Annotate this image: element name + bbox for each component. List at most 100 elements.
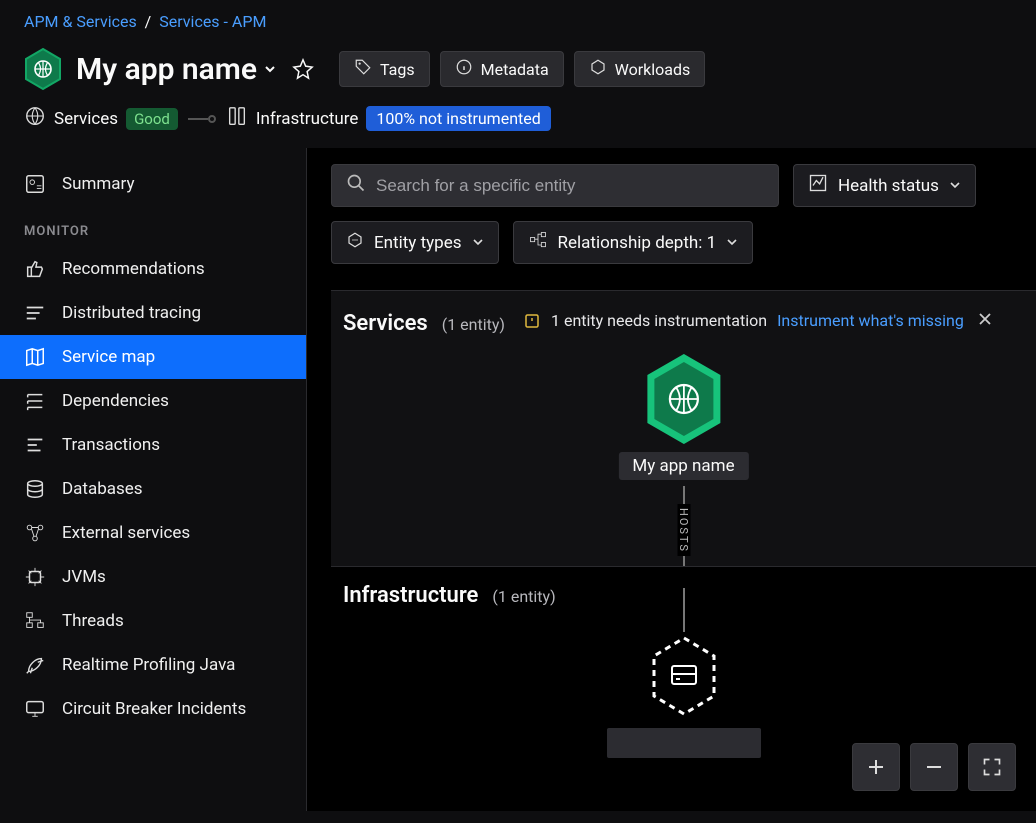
database-icon [24,478,46,500]
globe-icon [24,105,46,132]
chevron-down-icon [949,176,961,196]
metadata-chip[interactable]: Metadata [440,51,564,87]
zoom-in-button[interactable] [852,743,900,791]
service-node-label: My app name [618,452,748,480]
instrument-link[interactable]: Instrument what's missing [777,311,964,330]
breadcrumb-link-apm[interactable]: APM & Services [24,12,137,31]
chart-icon [808,173,828,198]
thumbs-up-icon [24,258,46,280]
status-row: Services Good Infrastructure 100% not in… [0,101,1036,148]
tags-chip[interactable]: Tags [339,51,430,87]
services-diagram[interactable]: My app name HOSTS [331,336,1036,566]
rocket-icon [24,654,46,676]
sidebar-item-label: Summary [62,174,134,194]
chevron-down-icon [263,62,277,76]
favorite-star[interactable] [291,57,315,81]
sidebar-item-label: Dependencies [62,391,169,411]
toolbar: Health status [331,164,1036,207]
edge-label: HOSTS [677,504,690,557]
warning-icon [523,312,541,330]
sidebar-item-label: Circuit Breaker Incidents [62,699,246,719]
trace-icon [24,302,46,324]
sidebar-item-service-map[interactable]: Service map [0,335,306,379]
main-content: Health status Entity types Relationship … [307,148,1036,811]
services-status[interactable]: Services Good [24,105,178,132]
chip-label: Tags [380,60,415,79]
pane-title: Infrastructure [343,583,478,608]
sidebar-item-summary[interactable]: Summary [0,162,306,206]
page-header: My app name Tags Metadata Workloads [0,37,1036,101]
sidebar-item-label: Threads [62,611,124,631]
list-icon [24,434,46,456]
entity-search[interactable] [331,164,779,207]
hex-icon [346,231,364,254]
status-label: Infrastructure [256,109,359,129]
sidebar-item-threads[interactable]: Threads [0,599,306,643]
zoom-out-button[interactable] [910,743,958,791]
breadcrumb-link-services[interactable]: Services - APM [159,12,266,31]
monitor-icon [24,698,46,720]
entity-types-dropdown[interactable]: Entity types [331,221,499,264]
search-icon [346,173,366,198]
sidebar-item-circuit-breaker[interactable]: Circuit Breaker Incidents [0,687,306,731]
service-node[interactable]: My app name [618,354,748,480]
pane-title: Services [343,311,428,336]
status-label: Services [54,109,118,129]
chip-label: Metadata [481,60,549,79]
chevron-down-icon [726,233,738,253]
map-icon [24,346,46,368]
page-title: My app name [76,52,257,87]
pane-count: (1 entity) [442,315,505,334]
sidebar-item-realtime-profiling[interactable]: Realtime Profiling Java [0,643,306,687]
status-badge: 100% not instrumented [366,106,550,131]
sidebar-section-label: MONITOR [0,206,306,247]
sidebar-item-label: Service map [62,347,155,367]
sidebar-item-distributed-tracing[interactable]: Distributed tracing [0,291,306,335]
zoom-controls [852,743,1016,791]
sidebar-item-dependencies[interactable]: Dependencies [0,379,306,423]
sidebar: Summary MONITOR Recommendations Distribu… [0,148,307,811]
host-label-redacted [607,728,761,758]
sidebar-item-databases[interactable]: Databases [0,467,306,511]
host-node[interactable] [607,632,761,758]
pane-count: (1 entity) [492,587,555,606]
relationship-depth-dropdown[interactable]: Relationship depth: 1 [513,221,754,264]
sidebar-item-label: Recommendations [62,259,205,279]
sidebar-item-label: Realtime Profiling Java [62,655,235,675]
cpu-icon [24,566,46,588]
sidebar-item-transactions[interactable]: Transactions [0,423,306,467]
host-hex-icon [646,632,722,720]
chevron-down-icon [472,233,484,253]
info-icon [455,58,473,80]
sidebar-item-label: Transactions [62,435,160,455]
workloads-chip[interactable]: Workloads [574,51,706,87]
health-status-dropdown[interactable]: Health status [793,164,976,207]
graph-icon [528,230,548,255]
layers-icon [24,390,46,412]
sidebar-item-jvms[interactable]: JVMs [0,555,306,599]
toolbar-secondary: Entity types Relationship depth: 1 [331,221,1036,264]
breadcrumb-sep: / [145,12,152,31]
banner-text: 1 entity needs instrumentation [551,311,767,330]
tag-icon [354,58,372,80]
sidebar-item-label: Databases [62,479,143,499]
pill-label: Health status [838,176,939,196]
hex-icon [589,58,607,80]
sidebar-item-label: External services [62,523,190,543]
connector-icon [188,113,216,125]
sidebar-item-label: JVMs [62,567,106,587]
instrumentation-banner: 1 entity needs instrumentation Instrumen… [523,307,996,334]
tree-icon [24,610,46,632]
pill-label: Relationship depth: 1 [558,233,717,253]
service-hex-icon [645,354,723,444]
chip-row: Tags Metadata Workloads [339,51,705,87]
pill-label: Entity types [374,233,462,253]
app-title-dropdown[interactable]: My app name [76,52,277,87]
sidebar-item-external-services[interactable]: External services [0,511,306,555]
zoom-fit-button[interactable] [968,743,1016,791]
infra-status[interactable]: Infrastructure 100% not instrumented [226,105,551,132]
close-icon[interactable] [974,307,996,334]
services-pane: Services (1 entity) 1 entity needs instr… [331,290,1036,566]
search-input[interactable] [376,176,764,196]
sidebar-item-recommendations[interactable]: Recommendations [0,247,306,291]
